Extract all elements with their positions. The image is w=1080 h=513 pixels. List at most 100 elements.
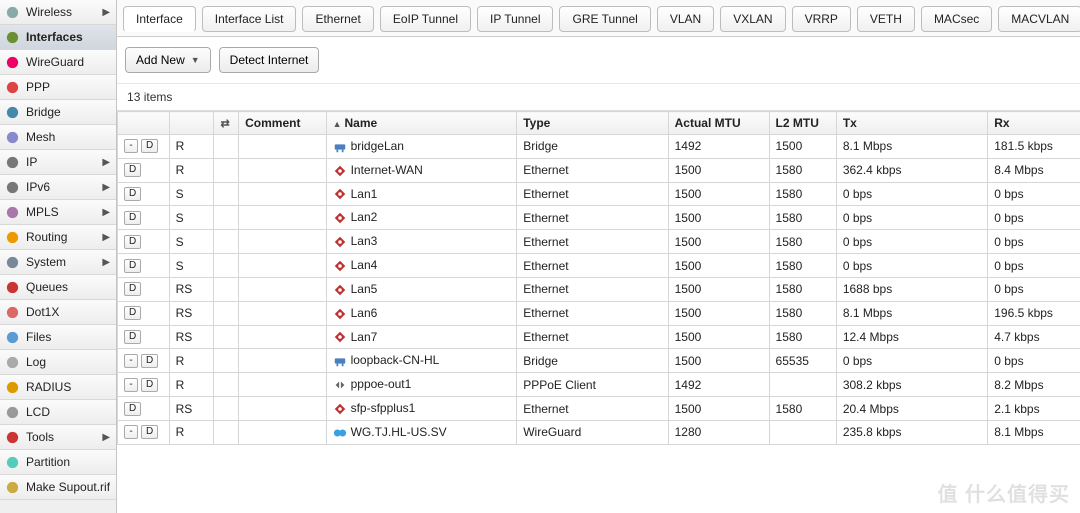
app-root: Wireless▶InterfacesWireGuardPPPBridge Mes… <box>0 0 1080 513</box>
cell-name: Lan1 <box>326 182 517 206</box>
cell-flags: S <box>169 230 214 254</box>
tab-interface-list[interactable]: Interface List <box>202 6 297 32</box>
col-name[interactable]: ▲Name <box>326 112 517 135</box>
disable-button[interactable]: D <box>124 306 141 320</box>
sidebar-item-ipv6[interactable]: IPv6▶ <box>0 175 116 200</box>
sidebar-item-files[interactable]: Files <box>0 325 116 350</box>
table-row[interactable]: DRSsfp-sfpplus1Ethernet1500158020.4 Mbps… <box>118 397 1080 421</box>
pppoe-icon <box>333 378 347 392</box>
cell-reorder <box>214 420 239 444</box>
table-row[interactable]: DRSLan7Ethernet1500158012.4 Mbps4.7 kbps <box>118 325 1080 349</box>
disable-button[interactable]: D <box>124 282 141 296</box>
col-tx[interactable]: Tx <box>836 112 987 135</box>
collapse-button[interactable]: - <box>124 378 138 392</box>
disable-button[interactable]: D <box>124 235 141 249</box>
tab-ethernet[interactable]: Ethernet <box>302 6 373 32</box>
add-new-button[interactable]: Add New ▼ <box>125 47 211 73</box>
tab-ip-tunnel[interactable]: IP Tunnel <box>477 6 553 32</box>
table-row[interactable]: DSLan2Ethernet150015800 bps0 bps <box>118 206 1080 230</box>
cell-l2-mtu: 1500 <box>769 135 836 159</box>
disable-button[interactable]: D <box>141 354 158 368</box>
table-row[interactable]: -DRpppoe-out1PPPoE Client1492308.2 kbps8… <box>118 373 1080 397</box>
col-comment[interactable]: Comment <box>239 112 326 135</box>
sidebar-item-tools[interactable]: Tools▶ <box>0 425 116 450</box>
table-row[interactable]: DRSLan6Ethernet150015808.1 Mbps196.5 kbp… <box>118 301 1080 325</box>
tab-veth[interactable]: VETH <box>857 6 915 32</box>
table-row[interactable]: DRSLan5Ethernet150015801688 bps0 bps <box>118 277 1080 301</box>
cell-type: Ethernet <box>517 301 668 325</box>
cell-flags: R <box>169 349 214 373</box>
table-row[interactable]: DSLan4Ethernet150015800 bps0 bps <box>118 254 1080 278</box>
col-flags[interactable] <box>169 112 214 135</box>
cell-l2-mtu: 1580 <box>769 206 836 230</box>
cell-l2-mtu <box>769 373 836 397</box>
cell-reorder <box>214 397 239 421</box>
cell-actions: D <box>118 277 170 301</box>
cell-rx: 0 bps <box>988 349 1080 373</box>
chevron-right-icon: ▶ <box>102 257 110 268</box>
tab-interface[interactable]: Interface <box>123 6 196 32</box>
sidebar-item-interfaces[interactable]: Interfaces <box>0 25 116 50</box>
disable-button[interactable]: D <box>141 425 158 439</box>
tab-macsec[interactable]: MACsec <box>921 6 992 32</box>
disable-button[interactable]: D <box>124 163 141 177</box>
table-header-row: ⇄ Comment ▲Name Type Actual MTU L2 MTU T… <box>118 112 1080 135</box>
sidebar-item-wireguard[interactable]: WireGuard <box>0 50 116 75</box>
cell-reorder <box>214 135 239 159</box>
tab-macvlan[interactable]: MACVLAN <box>998 6 1080 32</box>
disable-button[interactable]: D <box>124 402 141 416</box>
detect-internet-button[interactable]: Detect Internet <box>219 47 320 73</box>
cell-comment <box>239 277 326 301</box>
sidebar-item-dot1x[interactable]: Dot1X <box>0 300 116 325</box>
cell-flags: RS <box>169 325 214 349</box>
tab-gre-tunnel[interactable]: GRE Tunnel <box>559 6 650 32</box>
col-actions[interactable] <box>118 112 170 135</box>
tab-vlan[interactable]: VLAN <box>657 6 714 32</box>
eth-icon <box>333 330 347 344</box>
cell-tx: 0 bps <box>836 230 987 254</box>
disable-button[interactable]: D <box>124 187 141 201</box>
sidebar-item-mpls[interactable]: MPLS▶ <box>0 200 116 225</box>
disable-button[interactable]: D <box>141 378 158 392</box>
table-row[interactable]: DRInternet-WANEthernet15001580362.4 kbps… <box>118 158 1080 182</box>
cell-rx: 181.5 kbps <box>988 135 1080 159</box>
table-row[interactable]: -DRbridgeLanBridge149215008.1 Mbps181.5 … <box>118 135 1080 159</box>
collapse-button[interactable]: - <box>124 354 138 368</box>
sidebar-item-queues[interactable]: Queues <box>0 275 116 300</box>
disable-button[interactable]: D <box>141 139 158 153</box>
col-reorder[interactable]: ⇄ <box>214 112 239 135</box>
reorder-icon: ⇄ <box>220 118 229 130</box>
sidebar-item-ip[interactable]: IP▶ <box>0 150 116 175</box>
cell-l2-mtu: 1580 <box>769 277 836 301</box>
disable-button[interactable]: D <box>124 211 141 225</box>
sidebar-item-partition[interactable]: Partition <box>0 450 116 475</box>
col-type[interactable]: Type <box>517 112 668 135</box>
cell-type: Ethernet <box>517 206 668 230</box>
sidebar-item-make-supout-rif[interactable]: Make Supout.rif <box>0 475 116 500</box>
table-row[interactable]: DSLan3Ethernet150015800 bps0 bps <box>118 230 1080 254</box>
col-actual-mtu[interactable]: Actual MTU <box>668 112 769 135</box>
table-row[interactable]: -DRWG.TJ.HL-US.SVWireGuard1280235.8 kbps… <box>118 420 1080 444</box>
disable-button[interactable]: D <box>124 259 141 273</box>
sidebar-item-system[interactable]: System▶ <box>0 250 116 275</box>
table-row[interactable]: DSLan1Ethernet150015800 bps0 bps <box>118 182 1080 206</box>
sidebar-item-wireless[interactable]: Wireless▶ <box>0 0 116 25</box>
sidebar-item-label: Mesh <box>26 130 110 144</box>
disable-button[interactable]: D <box>124 330 141 344</box>
tab-vrrp[interactable]: VRRP <box>792 6 851 32</box>
collapse-button[interactable]: - <box>124 139 138 153</box>
col-rx[interactable]: Rx <box>988 112 1080 135</box>
sidebar-item-radius[interactable]: RADIUS <box>0 375 116 400</box>
sidebar-item-ppp[interactable]: PPP <box>0 75 116 100</box>
sidebar-item-bridge[interactable]: Bridge <box>0 100 116 125</box>
sidebar-item-mesh[interactable]: Mesh <box>0 125 116 150</box>
tab-eoip-tunnel[interactable]: EoIP Tunnel <box>380 6 471 32</box>
sidebar-item-log[interactable]: Log <box>0 350 116 375</box>
sidebar-item-routing[interactable]: Routing▶ <box>0 225 116 250</box>
table-row[interactable]: -DRloopback-CN-HLBridge1500655350 bps0 b… <box>118 349 1080 373</box>
sidebar-item-lcd[interactable]: LCD <box>0 400 116 425</box>
cell-reorder <box>214 373 239 397</box>
col-l2-mtu[interactable]: L2 MTU <box>769 112 836 135</box>
tab-vxlan[interactable]: VXLAN <box>720 6 785 32</box>
collapse-button[interactable]: - <box>124 425 138 439</box>
